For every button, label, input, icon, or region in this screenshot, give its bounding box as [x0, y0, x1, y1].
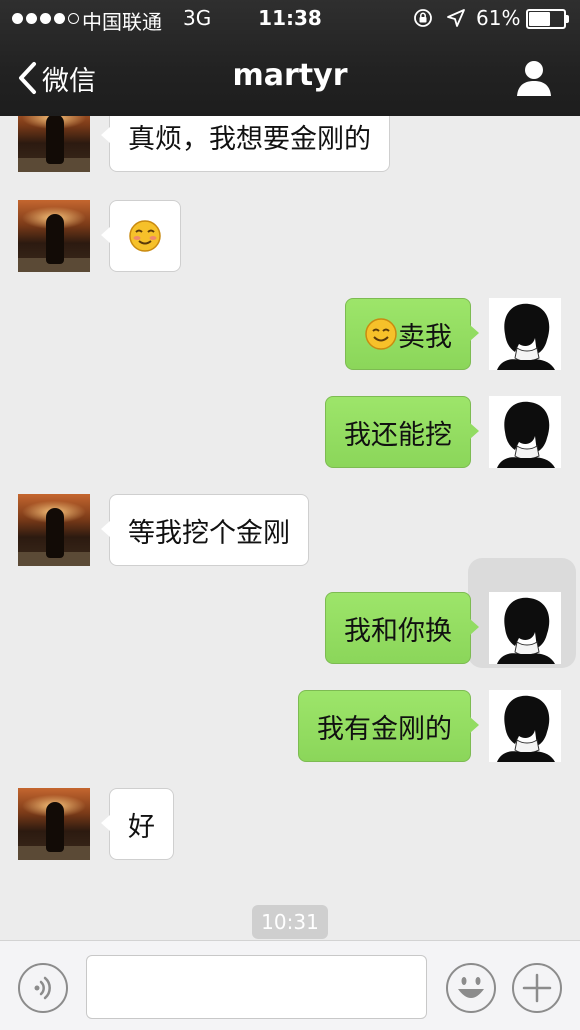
- top-header: 中国联通 3G 11:38 61% 微信 martyr: [0, 0, 580, 116]
- message-text: 我还能挖: [344, 419, 452, 451]
- voice-button[interactable]: [18, 963, 68, 1013]
- my-avatar[interactable]: [489, 396, 561, 468]
- message-bubble[interactable]: [101, 200, 181, 272]
- person-icon[interactable]: [512, 56, 556, 100]
- voice-icon: [34, 976, 51, 1000]
- message-input[interactable]: [86, 955, 427, 1019]
- contact-avatar[interactable]: [18, 494, 90, 566]
- contact-avatar[interactable]: [18, 788, 90, 860]
- message-bubble[interactable]: 我和你换: [325, 592, 479, 664]
- emoji-icon: [458, 977, 484, 998]
- battery-icon: [526, 9, 570, 29]
- message-text: 等我挖个金刚: [128, 517, 290, 549]
- emoji-button[interactable]: [446, 963, 496, 1013]
- message-bubble[interactable]: 等我挖个金刚: [101, 494, 309, 566]
- message-bubble[interactable]: 真烦，我想要金刚的: [101, 116, 390, 172]
- my-avatar[interactable]: [489, 592, 561, 664]
- plus-icon: [522, 973, 552, 1003]
- message-text: 我和你换: [344, 615, 452, 647]
- message-list[interactable]: 真烦，我想要金刚的 卖我 我还能挖 等我挖个金刚 我和你换 我有金刚的 好 10…: [0, 116, 580, 940]
- message-bubble[interactable]: 卖我: [345, 298, 479, 370]
- contact-avatar[interactable]: [18, 116, 90, 172]
- message-bubble[interactable]: 我有金刚的: [298, 690, 479, 762]
- message-text: 好: [128, 811, 155, 843]
- message-text: 卖我: [398, 321, 452, 353]
- message-bubble[interactable]: 好: [101, 788, 174, 860]
- time-divider: 10:31: [252, 905, 328, 939]
- contact-avatar[interactable]: [18, 200, 90, 272]
- more-button[interactable]: [512, 963, 562, 1013]
- rotation-lock-icon: [414, 9, 432, 27]
- message-text: 真烦，我想要金刚的: [128, 123, 371, 155]
- my-avatar[interactable]: [489, 690, 561, 762]
- chat-title: martyr: [232, 58, 348, 93]
- shy-smile-emoji-icon: [129, 220, 161, 252]
- message-bubble[interactable]: 我还能挖: [325, 396, 479, 468]
- battery-percent: 61%: [476, 6, 521, 30]
- smile-emoji-icon: [365, 318, 397, 350]
- status-bar: 中国联通 3G 11:38 61%: [0, 0, 580, 38]
- my-avatar[interactable]: [489, 298, 561, 370]
- message-text: 我有金刚的: [317, 713, 452, 745]
- location-arrow-icon: [447, 9, 465, 27]
- navigation-bar: 微信 martyr: [0, 38, 580, 116]
- input-bar: [0, 940, 580, 1030]
